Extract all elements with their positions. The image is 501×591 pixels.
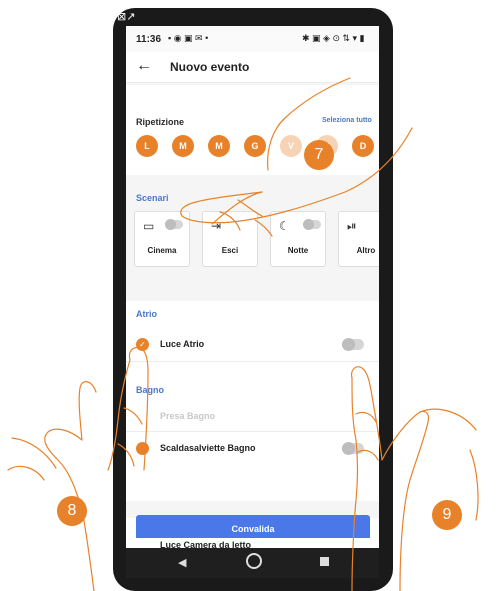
- scenario-esci[interactable]: ⇥ Esci: [202, 211, 258, 267]
- list-item-presa-bagno[interactable]: Presa Bagno: [126, 403, 379, 429]
- callout-9: 9: [432, 500, 462, 530]
- scenario-label: Cinema: [147, 246, 177, 255]
- event-form: Ripetizione Seleziona tutto L M M G V S …: [126, 83, 379, 518]
- moon-icon: ☾: [279, 219, 290, 233]
- day-monday[interactable]: L: [136, 135, 158, 157]
- divider: [126, 431, 379, 432]
- item-label: Luce Atrio: [160, 339, 205, 349]
- room-title-bagno: Bagno: [136, 385, 164, 395]
- clock: 11:36: [136, 34, 162, 45]
- list-item-luce-atrio[interactable]: ✓ Luce Atrio: [126, 329, 379, 359]
- circle-icon[interactable]: [136, 442, 149, 455]
- notification-icons: ▪ ◉ ▣ ✉ •: [168, 33, 209, 43]
- home-nav-icon[interactable]: [246, 553, 262, 569]
- scenario-list: ▭ Cinema ⇥ Esci ☾ Notte ⏯ Altro: [134, 211, 379, 271]
- screenshot-icon: ⊠↗: [117, 11, 136, 23]
- check-icon[interactable]: ✓: [136, 338, 149, 351]
- hand-8-thumb: [7, 437, 57, 481]
- day-wednesday[interactable]: M: [208, 135, 230, 157]
- room-title-atrio: Atrio: [136, 309, 157, 319]
- tv-icon: ▭: [143, 219, 155, 233]
- day-friday[interactable]: V: [280, 135, 302, 157]
- callout-8: 8: [57, 496, 87, 526]
- scenarios-title: Scenari: [136, 193, 169, 203]
- recents-nav-icon[interactable]: [320, 557, 329, 566]
- repeat-title: Ripetizione: [136, 117, 185, 127]
- scenario-label: Notte: [287, 246, 309, 255]
- item-label: Scaldasalviette Bagno: [160, 443, 256, 453]
- day-sunday[interactable]: D: [352, 135, 374, 157]
- phone-screen: 11:36 ▪ ◉ ▣ ✉ • ✱ ▣ ◈ ⊙ ⇅ ▾ ▮ ← Nuovo ev…: [126, 26, 379, 578]
- back-arrow-icon[interactable]: ←: [136, 57, 152, 75]
- system-icons: ✱ ▣ ◈ ⊙ ⇅ ▾ ▮: [302, 33, 365, 43]
- page-title: Nuovo evento: [170, 60, 250, 74]
- skip-icon: ⏯: [347, 219, 357, 233]
- divider: [126, 361, 379, 362]
- android-nav-bar: ◀: [126, 548, 379, 578]
- select-all-link[interactable]: Seleziona tutto: [322, 117, 372, 124]
- list-item-scaldasalviette[interactable]: Scaldasalviette Bagno: [126, 433, 379, 463]
- scenario-notte[interactable]: ☾ Notte: [270, 211, 326, 267]
- scenario-cinema[interactable]: ▭ Cinema: [134, 211, 190, 267]
- callout-7: 7: [304, 140, 334, 170]
- back-nav-icon[interactable]: ◀: [178, 556, 186, 569]
- scenario-altro[interactable]: ⏯ Altro: [338, 211, 379, 267]
- day-tuesday[interactable]: M: [172, 135, 194, 157]
- scenario-label: Esci: [221, 246, 239, 255]
- rooms-card: Atrio ✓ Luce Atrio Bagno Presa Bagno Sca…: [126, 301, 379, 501]
- repeat-card: Ripetizione Seleziona tutto L M M G V S …: [126, 85, 379, 175]
- app-bar: ← Nuovo evento: [126, 52, 379, 83]
- scenario-notte-toggle[interactable]: [303, 219, 321, 230]
- exit-icon: ⇥: [211, 219, 222, 233]
- status-bar: 11:36 ▪ ◉ ▣ ✉ • ✱ ▣ ◈ ⊙ ⇅ ▾ ▮: [126, 26, 379, 52]
- scaldasalviette-toggle[interactable]: [342, 442, 364, 455]
- day-selector: L M M G V S D: [136, 135, 376, 159]
- scenario-label: Altro: [356, 246, 376, 255]
- scenario-cinema-toggle[interactable]: [165, 219, 183, 230]
- day-thursday[interactable]: G: [244, 135, 266, 157]
- luce-atrio-toggle[interactable]: [342, 338, 364, 351]
- item-label: Presa Bagno: [160, 411, 216, 421]
